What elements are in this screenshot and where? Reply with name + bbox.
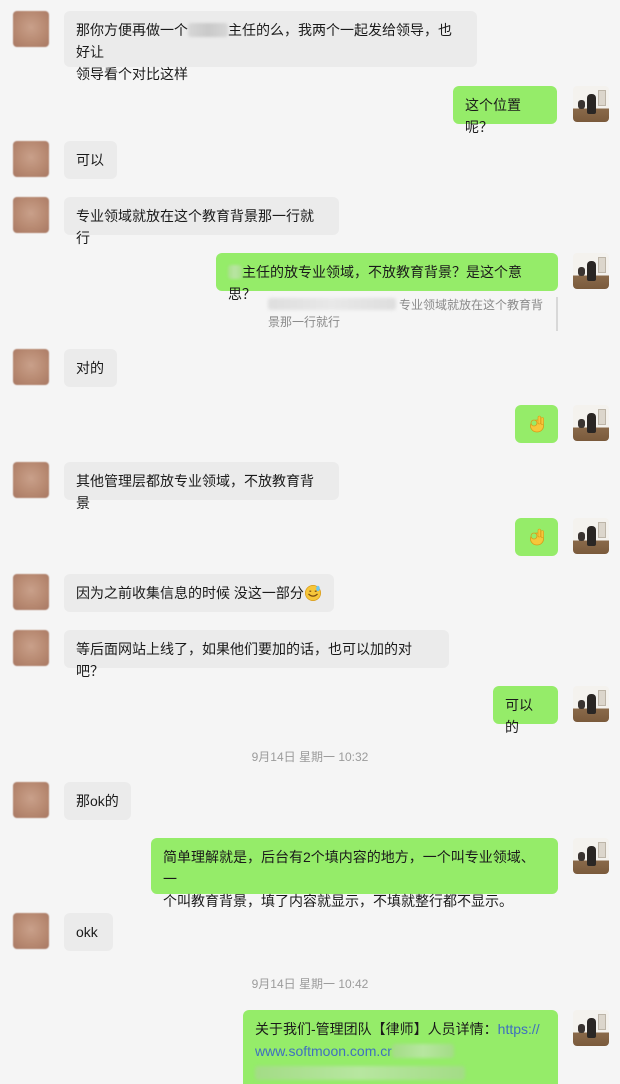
timestamp: 9月14日 星期一 10:42 [251,977,369,991]
ok-hand-emoji-icon [530,528,544,546]
quote-text: 专业领域就放在这个教育背 [399,298,544,312]
message-text: 因为之前收集信息的时候 没这一部分 [76,585,304,601]
my-avatar[interactable] [573,518,609,554]
message-link[interactable]: https:// [498,1021,540,1037]
outgoing-message[interactable]: 这个位置呢？ [453,86,557,135]
message-text: 可以的 [505,697,533,735]
incoming-message[interactable]: 对的 [64,349,117,387]
sweat-smile-emoji-icon [304,584,321,602]
incoming-message[interactable]: 专业领域就放在这个教育背景那一行就行 [64,197,339,246]
contact-avatar[interactable] [13,574,49,610]
redacted-text [268,298,396,310]
incoming-message[interactable]: 可以 [64,141,117,179]
message-text: 专业领域就放在这个教育背景那一行就行 [76,208,314,246]
chat-window: 那你方便再做一个 主任的么，我两个一起发给领导，也好让 领导看个对比这样 这个位置… [0,0,620,1084]
my-avatar[interactable] [573,86,609,122]
my-avatar[interactable] [573,253,609,289]
contact-avatar[interactable] [13,462,49,498]
my-avatar[interactable] [573,1010,609,1046]
message-text: 那ok的 [76,793,119,809]
outgoing-message[interactable]: 主任的放专业领域，不放教育背景？是这个意思？ [216,253,558,302]
message-text: okk [76,924,98,940]
message-text: 这个位置呢？ [465,97,521,135]
contact-avatar[interactable] [13,913,49,949]
message-text: 等后面网站上线了，如果他们要加的话，也可以加的对吧？ [76,641,412,679]
incoming-message[interactable]: 等后面网站上线了，如果他们要加的话，也可以加的对吧？ [64,630,449,679]
quoted-message[interactable]: 专业领域就放在这个教育背景那一行就行 [268,297,558,331]
contact-avatar[interactable] [13,630,49,666]
outgoing-message[interactable] [515,518,558,556]
my-avatar[interactable] [573,838,609,874]
incoming-message[interactable]: 那你方便再做一个 主任的么，我两个一起发给领导，也好让 领导看个对比这样 [64,11,477,82]
message-text: 关于我们-管理团队【律师】人员详情： [255,1021,498,1037]
message-text: 领导看个对比这样 [76,66,188,82]
timestamp: 9月14日 星期一 10:32 [251,750,369,764]
redacted-link [255,1066,465,1080]
my-avatar[interactable] [573,686,609,722]
message-text: 其他管理层都放专业领域，不放教育背景 [76,473,314,511]
message-link[interactable]: www.softmoon.com.cr [255,1043,392,1059]
incoming-message[interactable]: okk [64,913,113,951]
contact-avatar[interactable] [13,197,49,233]
my-avatar[interactable] [573,405,609,441]
message-text: 那你方便再做一个 [76,22,188,38]
contact-avatar[interactable] [13,11,49,47]
outgoing-message[interactable]: 可以的 [493,686,558,735]
outgoing-message[interactable] [515,405,558,443]
contact-avatar[interactable] [13,782,49,818]
contact-avatar[interactable] [13,141,49,177]
redacted-link [391,1044,454,1058]
message-text: 可以 [76,152,104,168]
quote-text: 景那一行就行 [268,315,341,329]
message-text: 对的 [76,360,104,376]
redacted-text [188,23,228,37]
incoming-message[interactable]: 因为之前收集信息的时候 没这一部分 [64,574,334,612]
message-text: 个叫教育背景，填了内容就显示，不填就整行都不显示。 [163,893,513,909]
outgoing-message[interactable]: 关于我们-管理团队【律师】人员详情：https:// www.softmoon.… [243,1010,558,1084]
incoming-message[interactable]: 其他管理层都放专业领域，不放教育背景 [64,462,339,511]
ok-hand-emoji-icon [530,415,544,433]
redacted-text [228,265,242,279]
message-text: 简单理解就是，后台有2个填内容的地方，一个叫专业领域、一 [163,849,535,887]
contact-avatar[interactable] [13,349,49,385]
incoming-message[interactable]: 那ok的 [64,782,131,820]
outgoing-message[interactable]: 简单理解就是，后台有2个填内容的地方，一个叫专业领域、一 个叫教育背景，填了内容… [151,838,558,909]
